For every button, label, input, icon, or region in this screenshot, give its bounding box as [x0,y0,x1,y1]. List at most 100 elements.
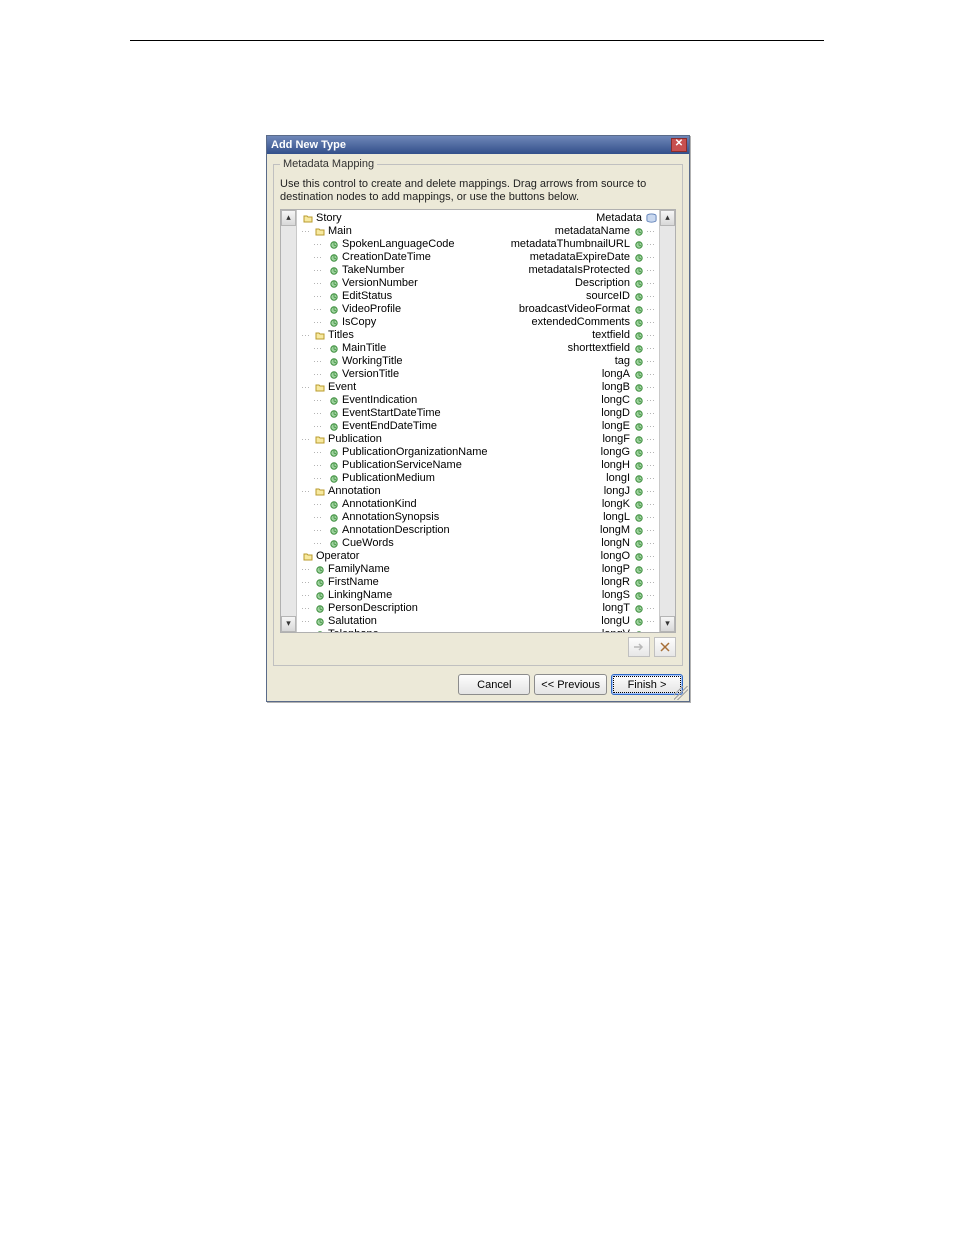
destination-field[interactable]: longG⋯ [499,446,657,459]
source-tree[interactable]: StoryMainSpokenLanguageCodeCreationDateT… [297,210,499,632]
tree-leaf[interactable]: Telephone [299,628,499,632]
field-icon [329,305,339,315]
destination-field[interactable]: broadcastVideoFormat⋯ [499,303,657,316]
destination-field[interactable]: shorttextfield⋯ [499,342,657,355]
delete-mapping-button[interactable] [654,637,676,657]
tree-leaf[interactable]: PublicationServiceName [299,459,499,472]
tree-leaf[interactable]: EventStartDateTime [299,407,499,420]
tree-leaf[interactable]: SpokenLanguageCode [299,238,499,251]
tree-leaf[interactable]: CreationDateTime [299,251,499,264]
tree-leaf[interactable]: FamilyName [299,563,499,576]
tree-leaf[interactable]: WorkingTitle [299,355,499,368]
destination-field[interactable]: longR⋯ [499,576,657,589]
destination-field[interactable]: sourceID⋯ [499,290,657,303]
tree-leaf[interactable]: CueWords [299,537,499,550]
destination-field[interactable]: longI⋯ [499,472,657,485]
previous-button[interactable]: << Previous [534,674,607,695]
tree-leaf[interactable]: MainTitle [299,342,499,355]
tree-leaf[interactable]: LinkingName [299,589,499,602]
destination-field[interactable]: longS⋯ [499,589,657,602]
destination-list[interactable]: Metadata metadataName⋯metadataThumbnailU… [499,210,659,632]
tree-leaf[interactable]: EventIndication [299,394,499,407]
tree-leaf[interactable]: PublicationMedium [299,472,499,485]
tree-leaf[interactable]: TakeNumber [299,264,499,277]
tree-leaf[interactable]: VideoProfile [299,303,499,316]
add-mapping-button[interactable] [628,637,650,657]
close-icon[interactable]: ✕ [671,138,687,152]
field-icon [329,344,339,354]
destination-field[interactable]: longV⋯ [499,628,657,632]
destination-field[interactable]: longP⋯ [499,563,657,576]
cancel-button[interactable]: Cancel [458,674,530,695]
database-icon [646,213,657,224]
destination-field[interactable]: Description⋯ [499,277,657,290]
destination-field[interactable]: metadataThumbnailURL⋯ [499,238,657,251]
connector-icon: ⋯ [646,316,655,329]
destination-field[interactable]: longJ⋯ [499,485,657,498]
tree-label: AnnotationKind [342,498,417,511]
page-rule [130,40,824,41]
tree-label: Telephone [328,628,379,632]
tree-folder[interactable]: Titles [299,329,499,342]
destination-field[interactable]: longH⋯ [499,459,657,472]
tree-folder[interactable]: Annotation [299,485,499,498]
scroll-down-icon[interactable]: ▾ [281,616,296,632]
tree-label: VideoProfile [342,303,401,316]
field-icon [634,305,644,315]
tree-label: Salutation [328,615,377,628]
tree-leaf[interactable]: FirstName [299,576,499,589]
scroll-up-icon[interactable]: ▴ [281,210,296,226]
tree-leaf[interactable]: AnnotationSynopsis [299,511,499,524]
destination-field[interactable]: textfield⋯ [499,329,657,342]
destination-field[interactable]: longC⋯ [499,394,657,407]
destination-field[interactable]: extendedComments⋯ [499,316,657,329]
destination-field[interactable]: longN⋯ [499,537,657,550]
destination-field[interactable]: longF⋯ [499,433,657,446]
destination-field[interactable]: metadataIsProtected⋯ [499,264,657,277]
tree-leaf[interactable]: VersionTitle [299,368,499,381]
destination-field[interactable]: longB⋯ [499,381,657,394]
destination-field[interactable]: longK⋯ [499,498,657,511]
right-scrollbar[interactable]: ▴ ▾ [659,210,675,632]
titlebar[interactable]: Add New Type ✕ [267,136,689,154]
tree-leaf[interactable]: EditStatus [299,290,499,303]
tree-folder[interactable]: Event [299,381,499,394]
destination-field[interactable]: longU⋯ [499,615,657,628]
tree-label: PublicationOrganizationName [342,446,488,459]
field-icon [634,266,644,276]
tree-folder[interactable]: Operator [299,550,499,563]
connector-icon: ⋯ [646,381,655,394]
destination-field[interactable]: longE⋯ [499,420,657,433]
field-label: longE [602,420,630,433]
destination-field[interactable]: longO⋯ [499,550,657,563]
tree-leaf[interactable]: PersonDescription [299,602,499,615]
destination-field[interactable]: longD⋯ [499,407,657,420]
destination-field[interactable]: metadataName⋯ [499,225,657,238]
scroll-up-icon[interactable]: ▴ [660,210,675,226]
tree-folder[interactable]: Main [299,225,499,238]
destination-field[interactable]: longM⋯ [499,524,657,537]
scroll-down-icon[interactable]: ▾ [660,616,675,632]
destination-field[interactable]: metadataExpireDate⋯ [499,251,657,264]
tree-folder[interactable]: Publication [299,433,499,446]
resize-grip-icon[interactable] [674,686,688,700]
tree-leaf[interactable]: AnnotationKind [299,498,499,511]
tree-label: Operator [316,550,359,563]
tree-leaf[interactable]: Salutation [299,615,499,628]
field-icon [315,604,325,614]
tree-leaf[interactable]: VersionNumber [299,277,499,290]
tree-folder[interactable]: Story [299,212,499,225]
finish-button[interactable]: Finish > [611,674,683,695]
left-scrollbar[interactable]: ▴ ▾ [281,210,297,632]
tree-leaf[interactable]: AnnotationDescription [299,524,499,537]
tree-leaf[interactable]: EventEndDateTime [299,420,499,433]
connector-icon: ⋯ [646,303,655,316]
destination-field[interactable]: longL⋯ [499,511,657,524]
destination-field[interactable]: tag⋯ [499,355,657,368]
field-icon [329,513,339,523]
tree-leaf[interactable]: IsCopy [299,316,499,329]
destination-field[interactable]: longT⋯ [499,602,657,615]
tree-leaf[interactable]: PublicationOrganizationName [299,446,499,459]
connector-icon: ⋯ [646,563,655,576]
destination-field[interactable]: longA⋯ [499,368,657,381]
